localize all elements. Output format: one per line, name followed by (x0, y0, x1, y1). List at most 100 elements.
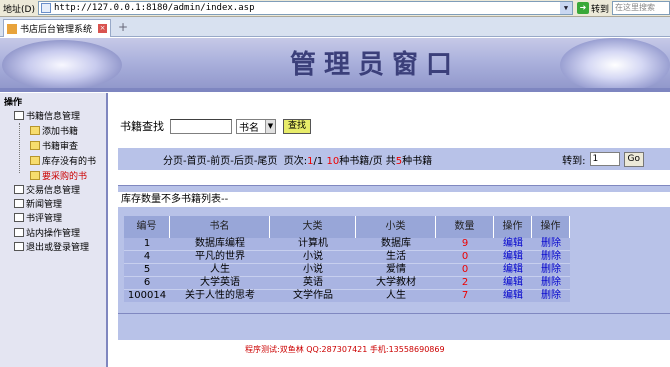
sidebar-item-add-book[interactable]: 添加书籍 (30, 124, 78, 137)
browser-search-input[interactable]: 在这里搜索 (612, 1, 670, 15)
banner-divider (0, 88, 670, 92)
column-header: 编号 (124, 216, 170, 238)
cell-category: 文学作品 (270, 289, 356, 302)
cell-category: 英语 (270, 276, 356, 289)
sidebar-item-label: 要采购的书 (42, 172, 88, 182)
column-header: 小类 (356, 216, 436, 238)
folder-icon (30, 141, 40, 150)
cell-id: 4 (124, 250, 170, 263)
sidebar-item-label: 书籍信息管理 (26, 112, 81, 122)
tab-bar: 书店后台管理系统 × + (0, 17, 670, 37)
sidebar-item-site-ops[interactable]: 站内操作管理 (14, 226, 80, 239)
per-page-suffix: 种书籍/页 (339, 155, 383, 167)
delete-link[interactable]: 删除 (532, 238, 570, 250)
cell-name: 数据库编程 (170, 238, 270, 250)
list-divider (118, 313, 670, 314)
tree-node-icon (14, 242, 24, 251)
book-search-input[interactable] (170, 118, 232, 134)
cell-id: 5 (124, 263, 170, 276)
tab-admin[interactable]: 书店后台管理系统 × (3, 19, 111, 37)
folder-icon (30, 156, 40, 165)
sidebar: 操作 书籍信息管理 添加书籍 书籍审查 库存没有的书 要采购的书 交易信息管理 … (0, 93, 108, 367)
edit-link[interactable]: 编辑 (494, 263, 532, 276)
search-label: 书籍查找 (120, 120, 164, 133)
cell-subcategory: 爱情 (356, 263, 436, 276)
pagination-nav[interactable]: 分页-首页-前页-后页-尾页 (163, 156, 277, 167)
sidebar-item-transactions[interactable]: 交易信息管理 (14, 183, 80, 196)
table-row: 1 数据库编程 计算机 数据库 9 编辑 删除 (124, 238, 570, 250)
delete-link[interactable]: 删除 (532, 250, 570, 263)
close-icon[interactable]: × (98, 24, 107, 33)
new-tab-icon[interactable]: + (117, 21, 129, 33)
sidebar-item-to-purchase[interactable]: 要采购的书 (30, 169, 87, 182)
sidebar-item-label: 书评管理 (26, 214, 63, 224)
per-page-count: 10 (326, 155, 340, 167)
cell-subcategory: 人生 (356, 289, 436, 302)
select-value: 书名 (239, 122, 259, 134)
folder-icon (30, 126, 40, 135)
cell-qty: 9 (436, 238, 494, 250)
url-field[interactable]: http://127.0.0.1:8180/admin/index.asp ▼ (38, 1, 573, 15)
total-prefix: 共 (385, 155, 396, 167)
go-button[interactable]: ➜ 转到 (577, 1, 609, 15)
cell-id: 1 (124, 238, 170, 250)
goto-button[interactable]: Go (623, 151, 644, 167)
goto-page-input[interactable]: 1 (589, 152, 620, 166)
folder-icon (30, 171, 40, 180)
find-button[interactable]: 查找 (283, 118, 312, 134)
cell-name: 人生 (170, 263, 270, 276)
edit-link[interactable]: 编辑 (494, 250, 532, 263)
search-field-select[interactable]: 书名 ▼ (236, 118, 276, 134)
sidebar-item-label: 交易信息管理 (26, 186, 81, 196)
edit-link[interactable]: 编辑 (494, 238, 532, 250)
total-suffix: 种书籍 (402, 155, 433, 167)
cell-category: 小说 (270, 250, 356, 263)
sidebar-item-label: 新闻管理 (26, 200, 63, 210)
column-header: 大类 (270, 216, 356, 238)
table-row: 5 人生 小说 爱情 0 编辑 删除 (124, 263, 570, 276)
column-header: 数量 (436, 216, 494, 238)
book-search-form: 书籍查找 书名 ▼ 查找 (120, 118, 312, 134)
pagination-info: 分页-首页-前页-后页-尾页 页次:1/1 10种书籍/页 共5种书籍 (163, 152, 432, 167)
sidebar-item-label: 书籍审查 (42, 142, 79, 152)
sidebar-item-label: 站内操作管理 (26, 229, 81, 239)
decorative-orb-left (2, 40, 122, 90)
chevron-down-icon[interactable]: ▼ (560, 2, 572, 14)
delete-link[interactable]: 删除 (532, 263, 570, 276)
decorative-orb-right (560, 38, 670, 92)
edit-link[interactable]: 编辑 (494, 289, 532, 302)
sidebar-item-out-of-stock[interactable]: 库存没有的书 (30, 154, 96, 167)
sidebar-item-book-info[interactable]: 书籍信息管理 (14, 109, 80, 122)
address-label: 地址(D) (3, 4, 35, 15)
cell-qty: 0 (436, 250, 494, 263)
total-pages: /1 (313, 155, 324, 167)
delete-link[interactable]: 删除 (532, 289, 570, 302)
tab-title: 书店后台管理系统 (20, 25, 93, 35)
goto-page: 转到: 1 Go (562, 151, 670, 167)
tree-node-icon (14, 185, 24, 194)
sidebar-item-news[interactable]: 新闻管理 (14, 197, 62, 210)
cell-category: 小说 (270, 263, 356, 276)
tree-connector (19, 123, 20, 173)
page-icon (41, 3, 51, 13)
edit-link[interactable]: 编辑 (494, 276, 532, 289)
cell-qty: 0 (436, 263, 494, 276)
pagination-bar: 分页-首页-前页-后页-尾页 页次:1/1 10种书籍/页 共5种书籍 转到: … (118, 148, 670, 170)
sidebar-item-logout[interactable]: 退出或登录管理 (14, 240, 89, 253)
cell-name: 大学英语 (170, 276, 270, 289)
sidebar-item-book-review[interactable]: 书籍审查 (30, 139, 78, 152)
header-banner: 管理员窗口 (0, 38, 670, 92)
cell-qty: 7 (436, 289, 494, 302)
cell-subcategory: 生活 (356, 250, 436, 263)
cell-id: 6 (124, 276, 170, 289)
tree-node-icon (14, 199, 24, 208)
cell-name: 平凡的世界 (170, 250, 270, 263)
go-arrow-icon: ➜ (577, 2, 589, 14)
books-table: 编号 书名 大类 小类 数量 操作 操作 1 数据库编程 计算机 数据库 9 编… (124, 216, 570, 302)
low-stock-list: 库存数量不多书籍列表-- 编号 书名 大类 小类 数量 操作 操作 1 数据库编… (118, 185, 670, 340)
delete-link[interactable]: 删除 (532, 276, 570, 289)
sidebar-item-reviews[interactable]: 书评管理 (14, 211, 62, 224)
cell-id: 100014 (124, 289, 170, 302)
list-title: 库存数量不多书籍列表-- (118, 192, 670, 207)
sidebar-header: 操作 (4, 98, 23, 108)
